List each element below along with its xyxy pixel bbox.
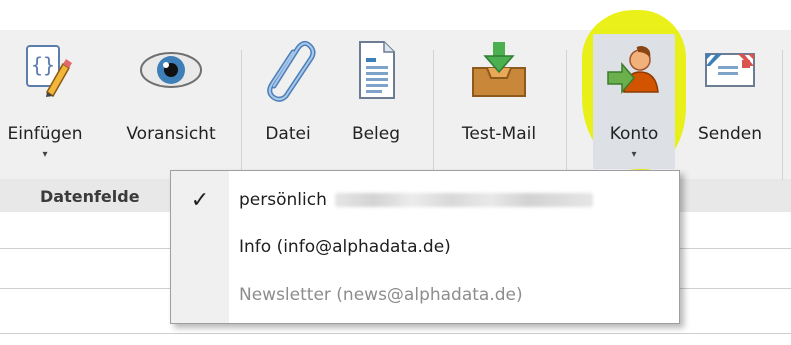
envelope-icon — [698, 38, 762, 102]
divider-line — [0, 333, 791, 334]
ribbon-separator — [433, 50, 434, 180]
chevron-down-icon: ▾ — [631, 149, 637, 160]
ribbon-separator — [782, 50, 783, 180]
menu-item-newsletter: Newsletter (news@alphadata.de) — [171, 275, 679, 315]
inbox-download-icon — [467, 38, 531, 102]
paperclip-icon — [256, 38, 320, 102]
einfuegen-label: Einfügen — [7, 124, 83, 144]
konto-button[interactable]: Konto ▾ — [596, 30, 672, 170]
beleg-button[interactable]: Beleg — [341, 30, 411, 170]
document-icon — [344, 38, 408, 102]
user-account-icon — [602, 38, 666, 102]
konto-label: Konto — [609, 124, 659, 144]
beleg-label: Beleg — [351, 124, 401, 144]
ribbon-separator — [566, 50, 567, 180]
menu-item-label: persönlich — [229, 190, 593, 210]
test-mail-button[interactable]: Test-Mail — [443, 30, 555, 170]
senden-label: Senden — [697, 124, 763, 144]
voransicht-label: Voransicht — [126, 124, 216, 144]
redacted-email — [334, 193, 593, 207]
menu-item-label: Newsletter (news@alphadata.de) — [239, 285, 523, 305]
menu-item-info[interactable]: Info (info@alphadata.de) — [171, 227, 679, 267]
einfuegen-button[interactable]: {} Einfügen ▾ — [0, 30, 90, 170]
test-mail-label: Test-Mail — [461, 124, 537, 144]
voransicht-button[interactable]: Voransicht — [115, 30, 227, 170]
svg-text:{}: {} — [31, 53, 55, 77]
datei-button[interactable]: Datei — [253, 30, 323, 170]
datei-label: Datei — [265, 124, 311, 144]
checkmark-icon: ✓ — [190, 187, 210, 213]
chevron-down-icon: ▾ — [42, 149, 48, 160]
eye-icon — [139, 38, 203, 102]
insert-field-icon: {} — [13, 38, 77, 102]
menu-item-label: Info (info@alphadata.de) — [239, 237, 451, 257]
konto-dropdown-menu: ✓ persönlich Info (info@alphadata.de) Ne… — [170, 170, 680, 324]
menu-item-persoenlich[interactable]: ✓ persönlich — [171, 180, 679, 220]
ribbon-group-label: Datenfelde — [40, 187, 140, 206]
ribbon-separator — [241, 50, 242, 180]
senden-button[interactable]: Senden — [690, 30, 770, 170]
